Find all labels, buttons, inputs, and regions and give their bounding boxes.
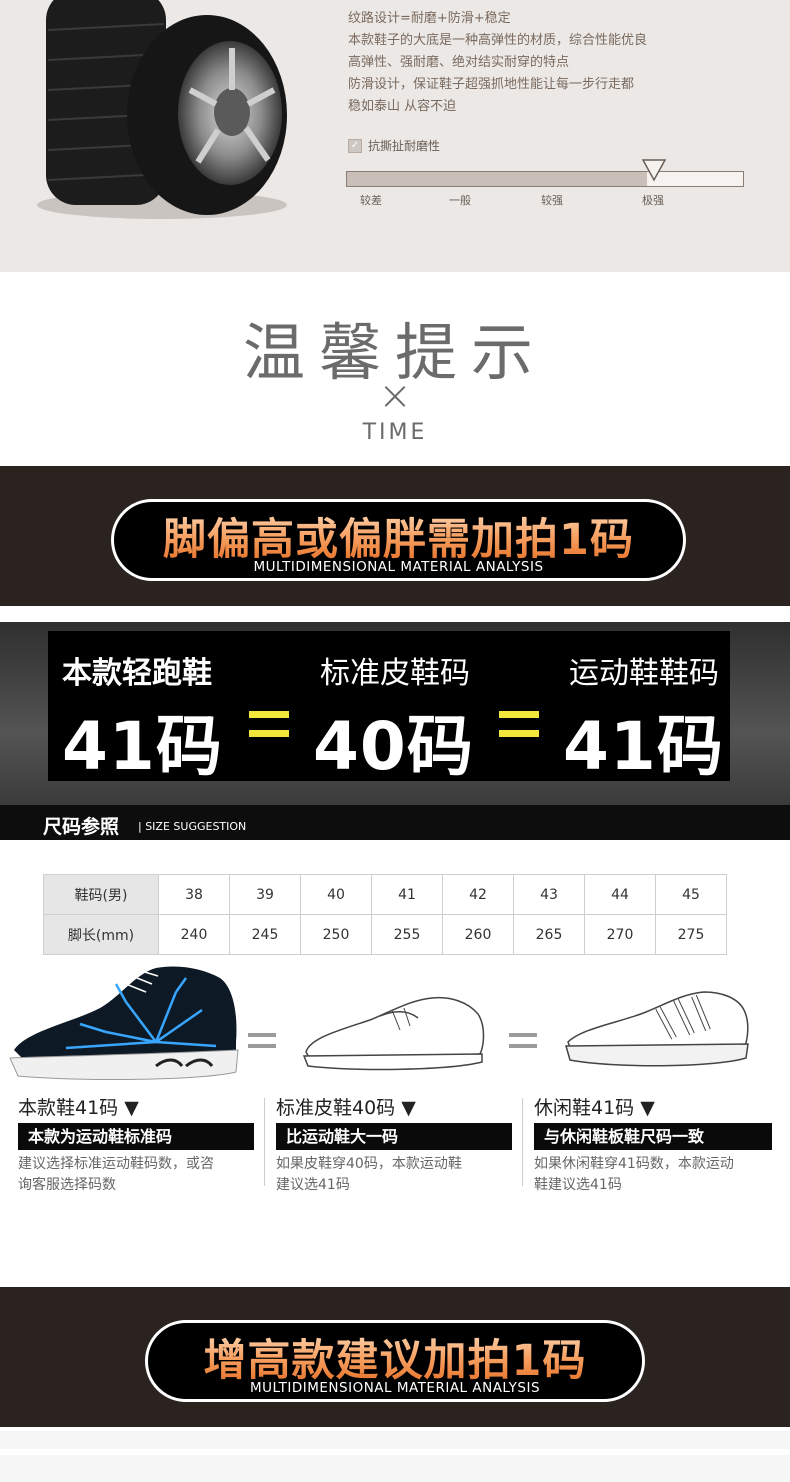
size-cell: 42	[442, 874, 514, 915]
length-cell: 245	[229, 914, 301, 955]
bottom-divider	[0, 1449, 790, 1455]
length-cell: 260	[442, 914, 514, 955]
shoe-tag-casual: 与休闲鞋板鞋尺码一致	[534, 1123, 772, 1150]
length-cell: 240	[158, 914, 230, 955]
length-cell: 265	[513, 914, 585, 955]
banner-1-subtitle: MULTIDIMENSIONAL MATERIAL ANALYSIS	[253, 559, 544, 575]
scale-label: 较强	[541, 194, 563, 207]
length-cell: 275	[655, 914, 727, 955]
desc-line: 本款鞋子的大底是一种高弹性的材质，综合性能优良	[348, 33, 648, 48]
eq-label-sports: 运动鞋鞋码	[569, 656, 719, 691]
size-cell: 44	[584, 874, 656, 915]
check-label: 抗撕扯耐磨性	[368, 139, 441, 153]
scale-label: 较差	[360, 194, 382, 207]
bottom-strip	[0, 1431, 790, 1482]
shoe-label-casual: 休闲鞋41码 ▼	[534, 1097, 655, 1119]
shoe-note-this: 建议选择标准运动鞋码数，或咨 询客服选择码数	[18, 1154, 214, 1196]
leather-shoe-image	[302, 996, 485, 1071]
eq-value-leather: 40码	[313, 708, 474, 785]
divider	[264, 1098, 265, 1186]
shoe-tag-leather: 比运动鞋大一码	[276, 1123, 512, 1150]
size-reference-subtitle: | SIZE SUGGESTION	[138, 820, 247, 833]
eq-value-this-shoe: 41码	[62, 708, 223, 785]
note-line: 如果皮鞋穿40码，本款运动鞋	[276, 1156, 462, 1172]
checkbox-icon: ✓	[348, 138, 362, 153]
desc-line: 高弹性、强耐磨、绝对结实耐穿的特点	[348, 55, 570, 70]
shoe-tag-this: 本款为运动鞋标准码	[18, 1123, 254, 1150]
scale-label: 一般	[449, 194, 471, 207]
banner-2-subtitle: MULTIDIMENSIONAL MATERIAL ANALYSIS	[249, 1380, 541, 1396]
tips-x-icon: ×	[378, 373, 412, 419]
shoe-note-leather: 如果皮鞋穿40码，本款运动鞋 建议选41码	[276, 1154, 462, 1196]
length-cell: 250	[300, 914, 372, 955]
size-cell: 40	[300, 874, 372, 915]
length-cell: 255	[371, 914, 443, 955]
row-header: 脚长(mm)	[43, 914, 159, 955]
table-row: 脚长(mm) 240 245 250 255 260 265 270 275	[43, 914, 727, 955]
wear-resistance-check: ✓ 抗撕扯耐磨性	[348, 137, 440, 154]
eq-label-this-shoe: 本款轻跑鞋	[62, 656, 212, 691]
size-table: 鞋码(男) 38 39 40 41 42 43 44 45 脚长(mm) 240…	[43, 874, 727, 955]
rating-marker-icon	[641, 159, 667, 182]
eq-label-leather: 标准皮鞋码	[320, 656, 470, 691]
banner-2-title: 增高款建议加拍1码	[145, 1326, 645, 1388]
eq-value-sports: 41码	[563, 708, 724, 785]
equals-icon	[499, 711, 539, 749]
divider	[522, 1098, 523, 1186]
desc-line: 纹路设计=耐磨+防滑+稳定	[348, 11, 511, 26]
size-cell: 43	[513, 874, 585, 915]
note-line: 询客服选择码数	[18, 1177, 116, 1193]
running-shoe-image	[9, 966, 239, 1080]
table-row: 鞋码(男) 38 39 40 41 42 43 44 45	[43, 874, 727, 915]
size-cell: 41	[371, 874, 443, 915]
note-line: 鞋建议选41码	[534, 1177, 622, 1193]
size-cell: 39	[229, 874, 301, 915]
casual-shoe-image	[565, 991, 749, 1067]
equals-icon	[249, 711, 289, 749]
tire-description: 纹路设计=耐磨+防滑+稳定 本款鞋子的大底是一种高弹性的材质，综合性能优良 高弹…	[348, 8, 768, 118]
desc-line: 稳如泰山 从容不迫	[348, 99, 457, 114]
banner-1-title: 脚偏高或偏胖需加拍1码	[111, 505, 686, 567]
note-line: 建议选41码	[276, 1177, 350, 1193]
equals-icon	[248, 1033, 276, 1055]
tire-image	[37, 0, 287, 219]
desc-line: 防滑设计，保证鞋子超强抓地性能让每一步行走都	[348, 77, 635, 92]
rating-bar-fill	[347, 172, 647, 186]
note-line: 建议选择标准运动鞋码数，或咨	[18, 1156, 214, 1172]
scale-label: 极强	[642, 194, 664, 207]
shoe-label-leather: 标准皮鞋40码 ▼	[276, 1097, 416, 1119]
shoe-label-this: 本款鞋41码 ▼	[18, 1097, 139, 1119]
tips-time-label: TIME	[362, 420, 428, 445]
length-cell: 270	[584, 914, 656, 955]
size-cell: 38	[158, 874, 230, 915]
size-reference-title: 尺码参照	[43, 816, 120, 838]
size-cell: 45	[655, 874, 727, 915]
row-header: 鞋码(男)	[43, 874, 159, 915]
equals-icon	[509, 1033, 537, 1055]
shoe-note-casual: 如果休闲鞋穿41码数，本款运动 鞋建议选41码	[534, 1154, 734, 1196]
note-line: 如果休闲鞋穿41码数，本款运动	[534, 1156, 734, 1172]
